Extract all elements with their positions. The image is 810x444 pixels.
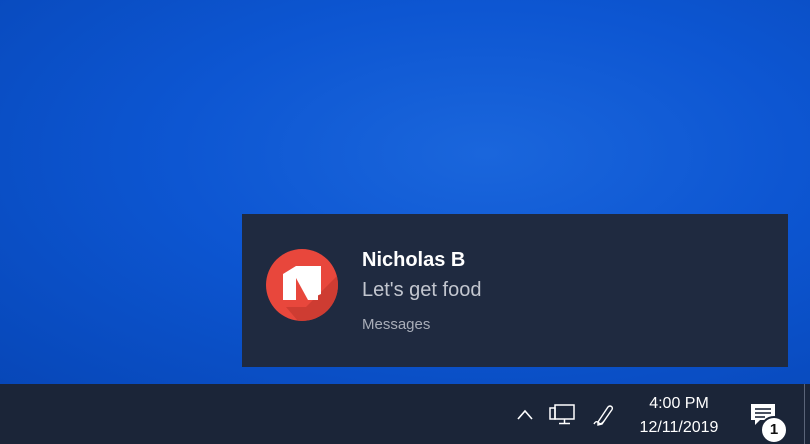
notification-app-name: Messages <box>362 316 431 333</box>
notification-toast[interactable]: Nicholas B Let's get food Messages <box>242 214 788 367</box>
clock-time: 4:00 PM <box>649 395 709 412</box>
pen-workspace-icon[interactable] <box>591 402 617 428</box>
chevron-up-icon[interactable] <box>514 404 536 426</box>
app-n-logo-icon <box>266 249 338 321</box>
clock-date: 12/11/2019 <box>639 419 719 436</box>
notification-message: Let's get food <box>362 279 482 301</box>
network-icon[interactable] <box>547 402 577 428</box>
notification-count-badge: 1 <box>760 416 788 444</box>
show-desktop-button[interactable] <box>804 384 805 444</box>
taskbar-clock[interactable]: 4:00 PM 12/11/2019 <box>628 392 730 440</box>
notification-sender: Nicholas B <box>362 249 466 271</box>
taskbar: 4:00 PM 12/11/2019 1 <box>0 384 810 444</box>
